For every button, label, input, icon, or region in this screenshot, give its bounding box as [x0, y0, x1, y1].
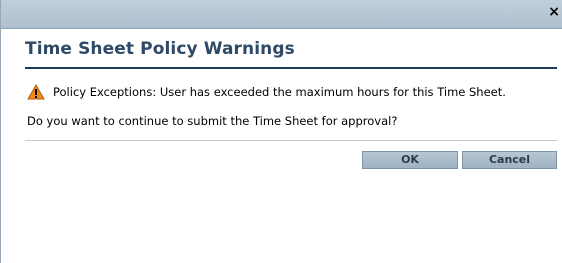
- close-icon[interactable]: ×: [548, 4, 560, 20]
- title-underline: [25, 67, 557, 69]
- policy-warning-dialog: × Time Sheet Policy Warnings Policy Exce…: [0, 0, 562, 263]
- dialog-titlebar: ×: [1, 0, 562, 29]
- ok-button[interactable]: OK: [362, 151, 458, 169]
- cancel-button[interactable]: Cancel: [462, 151, 557, 169]
- confirm-question: Do you want to continue to submit the Ti…: [27, 114, 398, 128]
- divider: [25, 140, 557, 141]
- warning-message: Policy Exceptions: User has exceeded the…: [53, 85, 506, 99]
- warning-row: Policy Exceptions: User has exceeded the…: [27, 83, 506, 101]
- warning-triangle-icon: [27, 83, 45, 100]
- dialog-title: Time Sheet Policy Warnings: [25, 39, 295, 59]
